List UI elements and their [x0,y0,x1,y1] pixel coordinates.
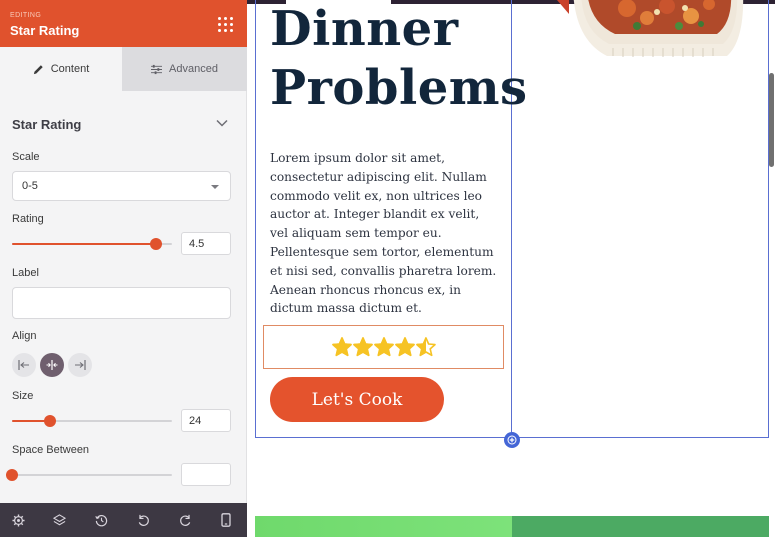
add-section-icon[interactable] [504,432,520,448]
scrollbar[interactable] [769,73,774,167]
align-left-button[interactable] [12,353,36,377]
settings-icon[interactable] [11,513,25,527]
size-slider[interactable] [12,415,172,427]
label-field-label: Label [12,267,39,279]
headline-line-1: Dinner [270,1,459,57]
space-between-slider[interactable] [6,469,172,481]
page-headline[interactable]: Dinner Problems [270,0,528,118]
label-text-input[interactable] [12,287,231,319]
section-title: Star Rating [12,117,82,132]
pencil-icon [33,64,43,74]
space-between-number-input[interactable] [181,463,231,486]
preview-canvas: Dinner Problems Lorem ipsum dolor sit am… [247,0,775,537]
slider-thumb[interactable] [44,415,57,427]
grid-dots-icon[interactable] [218,17,234,33]
layers-icon[interactable] [52,513,66,527]
star-full-icon [332,337,352,357]
responsive-icon[interactable] [219,513,233,527]
rating-number-input[interactable]: 4.5 [181,232,231,255]
size-label: Size [12,390,34,402]
space-between-label: Space Between [12,444,90,456]
history-icon[interactable] [94,513,108,527]
scale-select[interactable]: 0-5 [12,171,231,201]
chevron-down-icon[interactable] [216,119,228,127]
editor-panel: EDITING Star Rating Content Advanced Sta… [0,0,247,537]
slider-track [12,474,172,476]
sliders-icon [151,64,163,74]
align-right-button[interactable] [68,353,92,377]
align-left-icon [18,360,29,370]
body-text[interactable]: Lorem ipsum dolor sit amet, consectetur … [270,149,498,318]
redo-icon[interactable] [178,513,192,527]
tab-advanced[interactable]: Advanced [122,47,247,91]
size-number-input[interactable]: 24 [181,409,231,432]
align-center-icon [46,360,58,370]
panel-tabs: Content Advanced [0,47,247,91]
align-right-icon [75,360,86,370]
align-center-button[interactable] [40,353,64,377]
rating-label: Rating [12,213,44,225]
star-full-icon [395,337,415,357]
star-full-icon [374,337,394,357]
bottom-toolbar [0,503,247,537]
headline-line-2: Problems [270,60,528,116]
slider-fill [12,243,156,245]
panel-header: EDITING Star Rating [0,0,247,47]
next-section-preview [255,516,769,537]
slider-thumb[interactable] [150,238,162,250]
tab-content[interactable]: Content [0,47,122,91]
align-label: Align [12,330,37,342]
star-full-icon [353,337,373,357]
scale-select-value: 0-5 [22,180,38,192]
caret-down-icon [211,185,219,189]
panel-title: Star Rating [10,23,80,38]
editing-label: EDITING [10,12,42,19]
lets-cook-button[interactable]: Let's Cook [270,377,444,422]
star-rating-widget[interactable] [263,325,504,369]
slider-thumb[interactable] [6,469,18,481]
tab-content-label: Content [50,63,90,75]
star-half-icon [416,337,436,357]
tab-advanced-label: Advanced [169,63,218,75]
undo-icon[interactable] [136,513,150,527]
scale-label: Scale [12,151,40,163]
star-rating [332,337,437,357]
app-root: EDITING Star Rating Content Advanced Sta… [0,0,775,537]
rating-slider[interactable] [12,238,172,250]
